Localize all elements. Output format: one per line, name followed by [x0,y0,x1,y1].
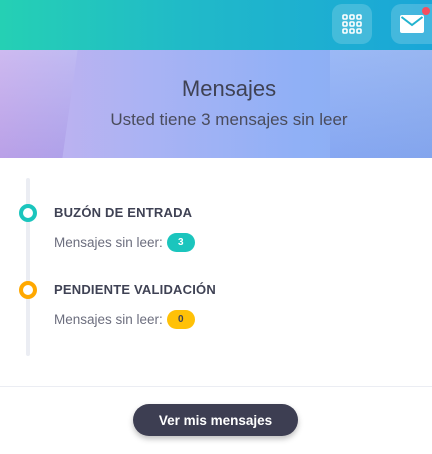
unread-count-badge: 3 [166,233,195,252]
grid-icon [342,14,362,34]
unread-count-badge: 0 [166,310,195,329]
footer-divider [0,386,432,387]
envelope-icon [399,15,424,33]
unread-label: Mensajes sin leer: [54,235,163,250]
circle-icon [19,281,37,299]
page-title: Mensajes [181,76,277,101]
unread-label: Mensajes sin leer: [54,312,163,327]
banner-decoration [330,50,432,158]
timeline-item-heading: BUZÓN DE ENTRADA [54,205,193,220]
top-bar [0,0,432,50]
view-messages-button[interactable]: Ver mis mensajes [133,404,298,436]
unread-count-row: Mensajes sin leer: 3 [54,233,195,252]
notification-dot [422,7,430,15]
header-banner: Mensajes Usted tiene 3 mensajes sin leer [0,50,432,158]
messages-button[interactable] [391,4,432,44]
banner-decoration [0,50,78,158]
unread-summary: Usted tiene 3 mensajes sin leer [110,110,348,129]
unread-count-row: Mensajes sin leer: 0 [54,310,195,329]
timeline-item-heading: PENDIENTE VALIDACIÓN [54,282,216,297]
messages-timeline: BUZÓN DE ENTRADA Mensajes sin leer: 3 PE… [0,158,432,386]
apps-button[interactable] [332,4,372,44]
circle-icon [19,204,37,222]
